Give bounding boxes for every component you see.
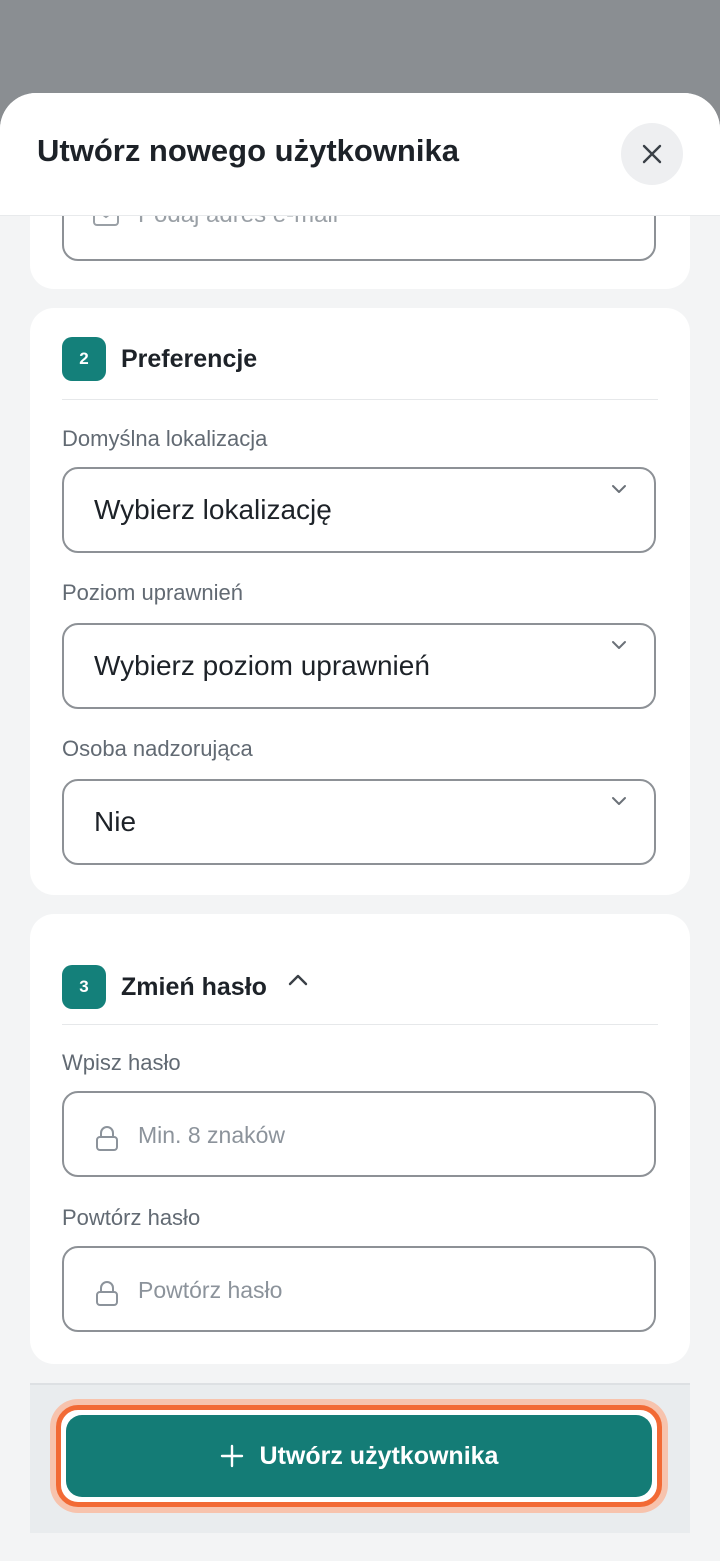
section-title: Zmień hasło <box>121 972 267 1001</box>
plus-icon <box>220 1444 244 1468</box>
divider <box>62 399 658 400</box>
backdrop-overlay[interactable] <box>0 0 720 100</box>
repeat-password-placeholder: Powtórz hasło <box>138 1277 283 1303</box>
divider <box>62 1024 658 1025</box>
chevron-down-icon <box>612 485 626 493</box>
create-user-sheet: Utwórz nowego użytkownika Podaj adres e-… <box>0 93 720 1561</box>
password-field[interactable]: Min. 8 znaków <box>62 1091 656 1177</box>
chevron-up-icon[interactable] <box>287 973 309 987</box>
supervisor-value: Nie <box>94 806 137 837</box>
permission-select[interactable]: Wybierz poziom uprawnień <box>62 623 656 709</box>
sheet-header: Utwórz nowego użytkownika <box>0 93 720 216</box>
step-badge: 3 <box>62 965 106 1009</box>
repeat-password-field[interactable]: Powtórz hasło <box>62 1246 656 1332</box>
close-icon <box>642 144 662 164</box>
password-header[interactable]: 3 Zmień hasło <box>62 964 309 1010</box>
lock-icon <box>96 1281 118 1306</box>
password-placeholder: Min. 8 znaków <box>138 1122 286 1148</box>
password-label: Wpisz hasło <box>62 1050 181 1075</box>
supervisor-label: Osoba nadzorująca <box>62 736 253 761</box>
location-select[interactable]: Wybierz lokalizację <box>62 467 656 553</box>
step-badge: 2 <box>62 337 106 381</box>
permission-value: Wybierz poziom uprawnień <box>94 650 430 681</box>
preferences-header: 2 Preferencje <box>62 336 257 382</box>
create-user-label: Utwórz użytkownika <box>259 1441 499 1470</box>
lock-icon <box>96 1126 118 1151</box>
password-section-card: 3 Zmień hasło Wpisz hasło Min. 8 znaków … <box>30 914 690 1364</box>
chevron-down-icon <box>612 641 626 649</box>
page-title: Utwórz nowego użytkownika <box>37 133 459 168</box>
location-label: Domyślna lokalizacja <box>62 426 268 451</box>
create-user-button-inner[interactable]: Utwórz użytkownika <box>66 1415 652 1497</box>
permission-label: Poziom uprawnień <box>62 580 243 605</box>
section-title: Preferencje <box>121 344 258 373</box>
close-button[interactable] <box>621 123 683 185</box>
repeat-password-label: Powtórz hasło <box>62 1205 201 1230</box>
supervisor-select[interactable]: Nie <box>62 779 656 865</box>
create-user-button[interactable]: Utwórz użytkownika <box>56 1405 662 1507</box>
chevron-down-icon <box>612 797 626 805</box>
preferences-section-card: 2 Preferencje Domyślna lokalizacja Wybie… <box>30 308 690 895</box>
location-value: Wybierz lokalizację <box>94 494 332 525</box>
